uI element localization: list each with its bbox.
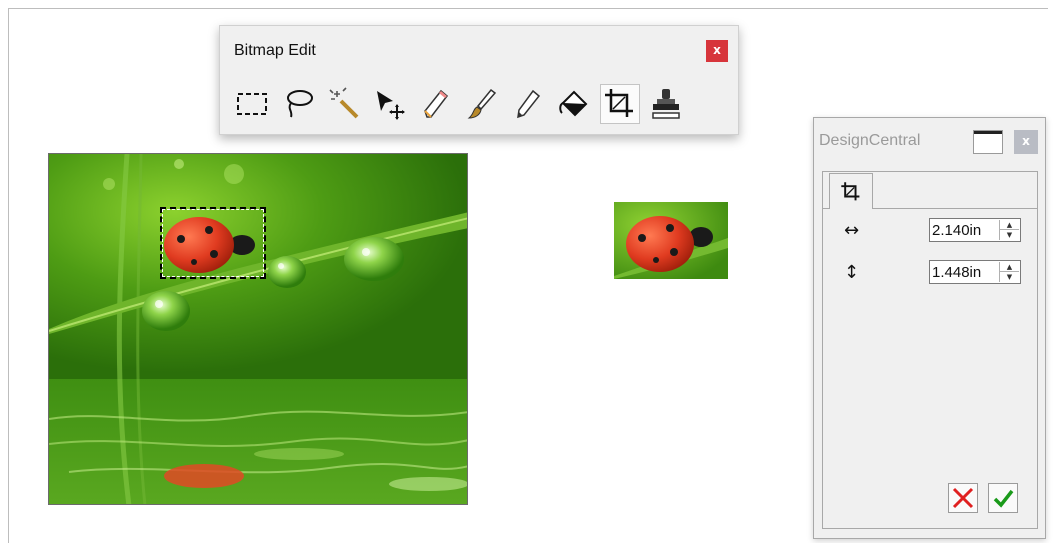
panel-title: DesignCentral xyxy=(819,132,921,149)
panel-maximize-button[interactable] xyxy=(973,130,1003,154)
canvas-top-border xyxy=(8,8,1048,9)
crop-tool[interactable] xyxy=(600,84,640,124)
height-spin-buttons: ▲ ▼ xyxy=(999,262,1019,282)
move-arrow-icon xyxy=(377,91,405,120)
width-row: ↔ ▲ ▼ xyxy=(836,218,1026,244)
design-central-panel: DesignCentral x ↔ ▲ ▼ ↕ ▲ ▼ xyxy=(813,117,1046,539)
height-spinner[interactable]: ▲ ▼ xyxy=(929,260,1021,284)
tab-join xyxy=(830,206,872,210)
rectangle-select-tool[interactable] xyxy=(232,84,272,124)
height-decrement-button[interactable]: ▼ xyxy=(1000,272,1019,282)
width-spin-buttons: ▲ ▼ xyxy=(999,220,1019,240)
eraser-tool[interactable] xyxy=(416,84,456,124)
bitmap-image[interactable] xyxy=(48,153,468,505)
brush-icon xyxy=(467,88,497,119)
move-tool[interactable] xyxy=(370,84,410,124)
pencil-icon xyxy=(517,89,541,119)
magic-wand-icon xyxy=(329,87,359,119)
checkmark-icon xyxy=(993,489,1014,508)
width-decrement-button[interactable]: ▼ xyxy=(1000,230,1019,240)
ladybug-thumbnail xyxy=(614,202,728,279)
width-arrows-icon: ↔ xyxy=(844,220,860,241)
tool-row xyxy=(232,84,732,128)
cancel-button[interactable] xyxy=(948,483,978,513)
height-field[interactable] xyxy=(931,262,997,282)
width-increment-button[interactable]: ▲ xyxy=(1000,220,1019,230)
cropped-bitmap-preview[interactable] xyxy=(614,202,728,279)
brush-tool[interactable] xyxy=(462,84,502,124)
rectangle-select-icon xyxy=(237,93,267,115)
canvas-left-border xyxy=(8,8,9,543)
height-row: ↕ ▲ ▼ xyxy=(836,260,1026,286)
bitmap-edit-toolbar: Bitmap Edit x xyxy=(219,25,739,135)
crop-icon xyxy=(841,181,860,200)
toolbar-close-button[interactable]: x xyxy=(706,40,728,62)
stamp-tool[interactable] xyxy=(646,84,686,124)
height-increment-button[interactable]: ▲ xyxy=(1000,262,1019,272)
stamp-icon xyxy=(652,89,680,119)
ok-button[interactable] xyxy=(988,483,1018,513)
selection-marquee[interactable] xyxy=(160,207,266,279)
width-field[interactable] xyxy=(931,220,997,240)
magic-wand-tool[interactable] xyxy=(324,84,364,124)
toolbar-title: Bitmap Edit xyxy=(234,42,316,59)
height-arrows-icon: ↕ xyxy=(844,262,860,283)
eraser-icon xyxy=(424,89,449,118)
cancel-x-icon xyxy=(952,487,974,509)
pencil-tool[interactable] xyxy=(508,84,548,124)
crop-icon xyxy=(605,89,633,117)
paint-bucket-tool[interactable] xyxy=(554,84,594,124)
paint-bucket-icon xyxy=(559,90,588,117)
lasso-select-icon xyxy=(287,90,313,118)
panel-close-button[interactable]: x xyxy=(1014,130,1038,154)
width-spinner[interactable]: ▲ ▼ xyxy=(929,218,1021,242)
lasso-select-tool[interactable] xyxy=(278,84,318,124)
tab-crop[interactable] xyxy=(829,173,873,209)
